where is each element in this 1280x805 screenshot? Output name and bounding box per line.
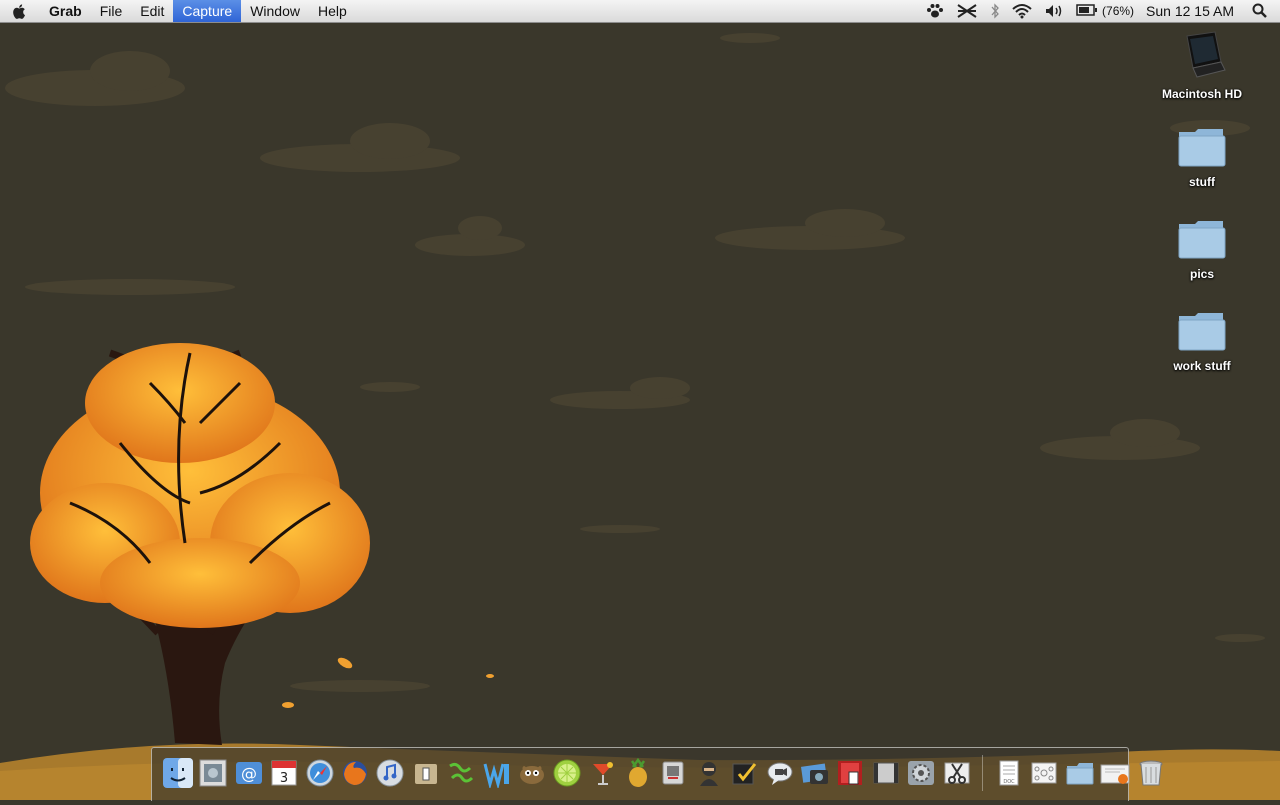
itunes-icon[interactable] [374,754,406,792]
folder-stack-icon[interactable] [1064,754,1096,792]
desktop-icon-label: work stuff [1173,359,1231,373]
menu-clock[interactable]: Sun 12 15 AM [1146,0,1234,22]
folder-icon [1147,218,1257,265]
menu-bar: Grab File Edit Capture Window Help (76%)… [0,0,1280,23]
photobooth-icon[interactable] [834,754,866,792]
menu-capture[interactable]: Capture [173,0,242,22]
volume-icon[interactable] [1044,0,1064,22]
iphoto-icon[interactable] [799,754,831,792]
menu-extras: (76%) Sun 12 15 AM [926,0,1280,22]
wifi-icon[interactable] [1012,0,1032,22]
network-stack-icon[interactable] [1028,754,1060,792]
folder-icon [1147,126,1257,173]
paw-icon[interactable] [926,0,944,22]
mail-icon[interactable]: @ [233,754,265,792]
app-icon[interactable] [410,754,442,792]
imovie-icon[interactable] [870,754,902,792]
folder-icon [1147,310,1257,357]
system-preferences-icon[interactable] [905,754,937,792]
grab-app-icon[interactable] [657,754,689,792]
desktop-icon-work-stuff[interactable]: work stuff [1147,310,1257,373]
textedit-icon[interactable] [728,754,760,792]
dock: @ 3 DOC [151,747,1163,801]
spotlight-search-icon[interactable] [1252,0,1268,22]
battery-icon [1076,3,1098,19]
preview-icon[interactable] [197,754,229,792]
desktop-icon-stuff[interactable]: stuff [1147,126,1257,189]
dreamweaver-icon[interactable] [445,754,477,792]
svg-text:DOC: DOC [1003,779,1015,785]
trash-icon[interactable] [1135,754,1167,792]
desktop-wallpaper [0,23,1280,800]
svg-text:@: @ [241,764,257,783]
menu-file[interactable]: File [91,0,132,22]
ninja-icon[interactable] [693,754,725,792]
safari-icon[interactable] [304,754,336,792]
apple-menu-icon[interactable] [0,0,40,22]
menu-edit[interactable]: Edit [131,0,173,22]
dock-separator [981,755,983,791]
gimp-icon[interactable] [516,754,548,792]
lime-icon[interactable] [551,754,583,792]
battery-status[interactable]: (76%) [1076,0,1134,22]
ical-date: 3 [280,771,288,786]
ical-icon[interactable]: 3 [268,754,300,792]
laptop-drive-icon [1147,30,1257,85]
grab-scissors-icon[interactable] [941,754,973,792]
app-menu-grab[interactable]: Grab [40,0,91,22]
desktop-icon-label: stuff [1189,175,1215,189]
cocktail-icon[interactable] [587,754,619,792]
desktop-icon-label: pics [1189,267,1214,281]
desktop-icon-pics[interactable]: pics [1147,218,1257,281]
desktop-icon-macintosh-hd[interactable]: Macintosh HD [1147,30,1257,101]
documents-stack-icon[interactable]: DOC [993,754,1025,792]
menu-window[interactable]: Window [241,0,309,22]
network-off-icon[interactable] [956,0,978,22]
desktop-icon-label: Macintosh HD [1161,87,1242,101]
word-icon[interactable] [481,754,513,792]
menu-help[interactable]: Help [309,0,356,22]
battery-percent: (76%) [1102,4,1135,18]
finder-icon[interactable] [162,754,194,792]
ichat-icon[interactable] [764,754,796,792]
firefox-icon[interactable] [339,754,371,792]
bluetooth-icon[interactable] [990,0,1000,22]
pineapple-icon[interactable] [622,754,654,792]
downloads-stack-icon[interactable] [1099,754,1131,792]
